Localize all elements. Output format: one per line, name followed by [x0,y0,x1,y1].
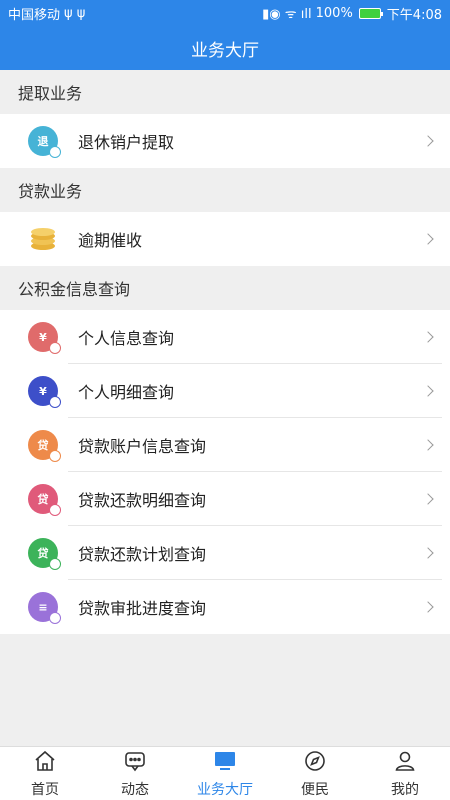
list-item[interactable]: 退 退休销户提取 [0,114,450,168]
loan-account-icon: 贷 [28,430,61,462]
user-icon [393,749,417,777]
loan-repay-plan-icon: 贷 [28,538,61,570]
personal-detail-icon: ¥ [28,376,61,408]
icon-badge [49,342,61,354]
icon-glyph: 退 [37,135,49,148]
tab-label: 便民 [301,781,329,798]
icon-glyph: 贷 [37,547,49,560]
coins-icon [28,224,58,254]
home-icon [33,749,57,777]
chevron-right-icon [422,439,434,451]
icon-badge [49,450,61,462]
list-item-label: 贷款还款计划查询 [78,545,207,564]
list-item-label: 贷款审批进度查询 [78,599,207,618]
icon-glyph: 贷 [37,439,49,452]
list-item-label: 逾期催收 [78,231,143,250]
list-item[interactable]: ¥ 个人信息查询 [0,310,450,364]
list-item[interactable]: 贷 贷款账户信息查询 [0,418,450,472]
list-item[interactable]: ¥ 个人明细查询 [0,364,450,418]
section-list: 逾期催收 [0,212,450,266]
tab-home[interactable]: 首页 [0,747,90,800]
tab-label: 动态 [121,781,149,798]
tab-user[interactable]: 我的 [360,747,450,800]
retire-icon: 退 [28,126,61,158]
icon-badge [49,558,61,570]
tab-chat[interactable]: 动态 [90,747,180,800]
list-item[interactable]: 贷 贷款还款明细查询 [0,472,450,526]
chevron-right-icon [422,547,434,559]
chevron-right-icon [422,331,434,343]
section-list: ¥ 个人信息查询 ¥ 个人明细查询贷贷款账户信息查询贷贷款还款明细查询贷贷款还款计划查… [0,310,450,634]
signal-icon: ▮◉ ᯤ ıll [262,7,312,22]
section-header: 贷款业务 [0,168,450,212]
clock: 下午4:08 [386,7,442,23]
service-list: 提取业务退 退休销户提取贷款业务逾期催收公积金信息查询 ¥ 个人信息查询 ¥ 个人明细查询… [0,70,450,634]
chevron-right-icon [422,601,434,613]
icon-badge [49,504,61,516]
chat-icon [123,749,147,777]
list-item-label: 退休销户提取 [78,133,175,152]
chevron-right-icon [422,233,434,245]
tab-label: 业务大厅 [197,781,253,798]
monitor-icon [213,749,237,777]
loan-approval-icon: ≡ [28,592,61,624]
section-list: 退 退休销户提取 [0,114,450,168]
tab-monitor[interactable]: 业务大厅 [180,747,270,800]
battery-percent: 100% [315,5,353,21]
icon-badge [49,396,61,408]
carrier-label: 中国移动 [8,7,61,23]
loan-repay-detail-icon: 贷 [28,484,61,516]
icon-glyph: ¥ [39,384,47,398]
icon-badge [49,612,61,624]
battery-icon [358,7,383,19]
page-title: 业务大厅 [0,26,450,70]
tab-label: 首页 [31,781,59,798]
section-header: 公积金信息查询 [0,266,450,310]
list-item-label: 贷款账户信息查询 [78,437,207,456]
list-item-label: 贷款还款明细查询 [78,491,207,510]
section-header: 提取业务 [0,70,450,114]
list-item-label: 个人明细查询 [78,383,175,402]
icon-glyph: 贷 [37,493,49,506]
icon-badge [49,146,61,158]
list-item[interactable]: 逾期催收 [0,212,450,266]
list-item[interactable]: ≡ 贷款审批进度查询 [0,580,450,634]
icon-glyph: ¥ [39,330,47,344]
compass-icon [303,749,327,777]
list-item[interactable]: 贷 贷款还款计划查询 [0,526,450,580]
chevron-right-icon [422,385,434,397]
personal-info-icon: ¥ [28,322,61,354]
icon-glyph: ≡ [38,600,48,614]
chevron-right-icon [422,493,434,505]
chevron-right-icon [422,135,434,147]
status-bar: 中国移动 ψ ψ ▮◉ ᯤ ıll 100% 下午4:08 [0,0,450,26]
tab-label: 我的 [391,781,419,798]
list-item-label: 个人信息查询 [78,329,175,348]
bottom-tab-bar: 首页 动态 业务大厅 便民 我的 [0,746,450,800]
tab-compass[interactable]: 便民 [270,747,360,800]
usb-indicator-icon: ψ ψ [64,5,86,21]
